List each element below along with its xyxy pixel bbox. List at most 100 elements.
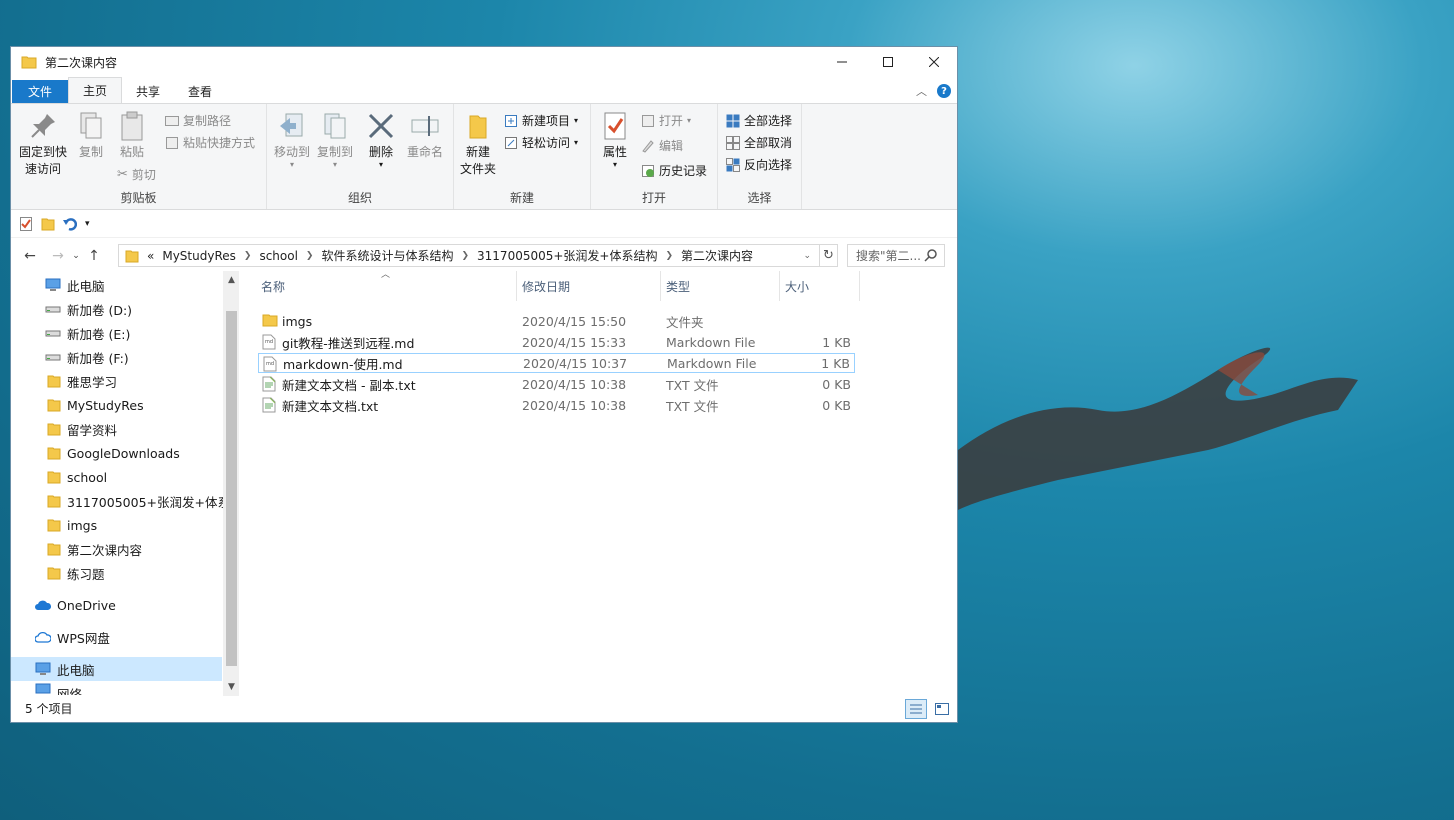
rename-button[interactable]: 重命名 bbox=[404, 110, 446, 161]
history-label: 历史记录 bbox=[659, 164, 708, 178]
computer-icon bbox=[45, 278, 61, 291]
refresh-button[interactable]: ↻ bbox=[819, 245, 837, 266]
file-row[interactable]: md git教程-推送到远程.md 2020/4/15 15:33 Markdown … bbox=[258, 332, 855, 352]
forward-arrow-icon[interactable]: → bbox=[47, 248, 69, 264]
file-row[interactable]: md markdown-使用.md 2020/4/15 10:37 Markdown … bbox=[258, 353, 855, 373]
address-dropdown-icon[interactable]: ⌄ bbox=[799, 251, 815, 261]
md-file-icon: md bbox=[262, 334, 276, 350]
copy-button[interactable]: 复制 bbox=[73, 110, 109, 161]
sidebar-scrollbar[interactable]: ▲ ▼ bbox=[223, 271, 239, 696]
history-icon bbox=[642, 164, 654, 177]
back-arrow-icon[interactable]: ← bbox=[19, 248, 41, 264]
scrollbar-thumb[interactable] bbox=[226, 311, 237, 666]
sidebar-item[interactable]: 新加卷 (D:)📌 bbox=[45, 297, 132, 321]
file-row[interactable]: 新建文本文档.txt 2020/4/15 10:38 TXT 文件 0 KB bbox=[258, 395, 855, 415]
paste-shortcut-button[interactable]: 粘贴快捷方式 bbox=[165, 134, 255, 151]
close-button[interactable] bbox=[911, 47, 957, 77]
scroll-up-icon[interactable]: ▲ bbox=[223, 275, 239, 285]
title-bar[interactable]: 第二次课内容 bbox=[11, 47, 957, 77]
large-icons-view-button[interactable] bbox=[931, 699, 953, 719]
open-button[interactable]: 打开 ▾ bbox=[641, 112, 691, 129]
move-to-button[interactable]: 移动到 ▾ bbox=[271, 110, 313, 169]
sidebar-item[interactable]: 新加卷 (E:)📌 bbox=[45, 321, 130, 345]
edit-button[interactable]: 编辑 bbox=[641, 137, 683, 154]
pin-quick-access-button[interactable]: 固定到快 速访问 bbox=[17, 110, 69, 178]
paste-button[interactable]: 粘贴 bbox=[114, 110, 150, 161]
breadcrumb-item[interactable]: 3117005005+张润发+体系结构 bbox=[473, 247, 661, 264]
undo-icon[interactable] bbox=[63, 217, 77, 231]
sidebar-item[interactable]: 此电脑📌 bbox=[45, 273, 105, 297]
file-row[interactable]: 新建文本文档 - 副本.txt 2020/4/15 10:38 TXT 文件 0 KB bbox=[258, 374, 855, 394]
column-header-size[interactable]: 大小 bbox=[779, 271, 860, 301]
sidebar-item-wps[interactable]: WPS网盘 bbox=[35, 625, 110, 649]
svg-text:md: md bbox=[266, 361, 274, 367]
chevron-right-icon[interactable]: ❯ bbox=[240, 251, 256, 261]
details-view-button[interactable] bbox=[905, 699, 927, 719]
tab-view[interactable]: 查看 bbox=[174, 79, 226, 103]
invert-selection-button[interactable]: 反向选择 bbox=[726, 156, 792, 173]
scroll-down-icon[interactable]: ▼ bbox=[223, 682, 239, 692]
sidebar-item[interactable]: school📌 bbox=[47, 465, 107, 489]
copy-to-button[interactable]: 复制到 ▾ bbox=[314, 110, 356, 169]
select-none-button[interactable]: 全部取消 bbox=[726, 134, 792, 151]
sidebar-item-onedrive[interactable]: OneDrive bbox=[35, 593, 116, 617]
sidebar-item[interactable]: MyStudyRes📌 bbox=[47, 393, 144, 417]
sidebar-item-this-pc[interactable]: 此电脑 bbox=[35, 657, 95, 681]
file-row[interactable]: imgs 2020/4/15 15:50 文件夹 bbox=[258, 311, 855, 331]
chevron-right-icon[interactable]: ❯ bbox=[662, 251, 678, 261]
new-folder-button[interactable]: 新建 文件夹 bbox=[458, 110, 498, 178]
file-size: 1 KB bbox=[821, 355, 850, 371]
new-item-button[interactable]: 新建项目 ▾ bbox=[504, 112, 578, 129]
breadcrumb-item[interactable]: 软件系统设计与体系结构 bbox=[317, 247, 457, 264]
network-icon bbox=[35, 683, 51, 694]
minimize-button[interactable] bbox=[819, 47, 865, 77]
sidebar-item[interactable]: 第二次课内容 bbox=[47, 537, 142, 561]
cut-button[interactable]: ✂ 剪切 bbox=[117, 166, 156, 183]
sidebar-item[interactable]: imgs bbox=[47, 513, 97, 537]
window-title: 第二次课内容 bbox=[45, 55, 118, 70]
breadcrumb-item[interactable]: school bbox=[255, 249, 301, 263]
breadcrumb-item[interactable]: 第二次课内容 bbox=[677, 247, 757, 264]
tab-share[interactable]: 共享 bbox=[122, 79, 174, 103]
column-header-modified[interactable]: 修改日期 bbox=[516, 271, 661, 301]
sidebar-item[interactable]: 雅思学习📌 bbox=[47, 369, 117, 393]
qat-customize-icon[interactable]: ▾ bbox=[85, 219, 90, 229]
sidebar-item-network[interactable]: 网络 bbox=[35, 681, 82, 695]
select-all-button[interactable]: 全部选择 bbox=[726, 112, 792, 129]
breadcrumb-overflow[interactable]: « bbox=[143, 249, 158, 263]
properties-check-icon[interactable] bbox=[19, 216, 33, 231]
sidebar-item[interactable]: GoogleDownloads📌 bbox=[47, 441, 180, 465]
sidebar-item[interactable]: 新加卷 (F:)📌 bbox=[45, 345, 129, 369]
easy-access-button[interactable]: 轻松访问 ▾ bbox=[504, 134, 578, 151]
sidebar-item[interactable]: 留学资料📌 bbox=[47, 417, 117, 441]
copy-path-button[interactable]: 复制路径 bbox=[165, 112, 231, 129]
delete-button[interactable]: 删除 ▾ bbox=[363, 110, 399, 169]
copy-to-icon bbox=[324, 113, 346, 139]
column-header-type[interactable]: 类型 bbox=[660, 271, 780, 301]
sidebar-item[interactable]: 3117005005+张润发+体系结 bbox=[47, 489, 239, 513]
properties-button[interactable]: 属性 ▾ bbox=[597, 110, 633, 169]
new-folder-qat-icon[interactable] bbox=[41, 217, 55, 231]
tab-home[interactable]: 主页 bbox=[68, 77, 123, 103]
breadcrumb-item[interactable]: MyStudyRes bbox=[158, 249, 240, 263]
column-label: 大小 bbox=[785, 279, 810, 294]
navigation-bar: ← → ⌄ ↑ « MyStudyRes ❯ school ❯ 软件系统设计与体… bbox=[11, 238, 957, 274]
help-icon[interactable]: ? bbox=[937, 84, 951, 98]
chevron-right-icon[interactable]: ❯ bbox=[302, 251, 318, 261]
close-icon bbox=[929, 57, 939, 67]
maximize-button[interactable] bbox=[865, 47, 911, 77]
folder-icon bbox=[21, 56, 37, 69]
tab-file[interactable]: 文件 bbox=[12, 80, 69, 103]
column-label: 类型 bbox=[666, 279, 691, 294]
history-button[interactable]: 历史记录 bbox=[641, 162, 707, 179]
search-input[interactable]: 搜索"第二... bbox=[847, 244, 945, 267]
up-arrow-icon[interactable]: ↑ bbox=[83, 248, 105, 264]
status-bar: 5 个项目 bbox=[11, 695, 957, 722]
sidebar-item[interactable]: 练习题 bbox=[47, 561, 105, 585]
chevron-right-icon[interactable]: ❯ bbox=[457, 251, 473, 261]
new-folder-label-2: 文件夹 bbox=[459, 162, 496, 176]
recent-locations-icon[interactable]: ⌄ bbox=[69, 251, 83, 261]
collapse-ribbon-icon[interactable]: ︿ bbox=[916, 83, 927, 99]
column-header-name[interactable]: 名称 bbox=[255, 271, 517, 301]
address-bar[interactable]: « MyStudyRes ❯ school ❯ 软件系统设计与体系结构 ❯ 31… bbox=[118, 244, 838, 267]
